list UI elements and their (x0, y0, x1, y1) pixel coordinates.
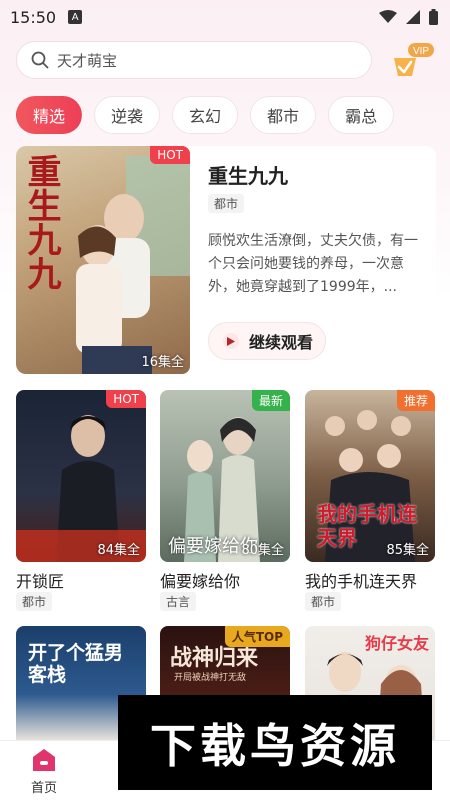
tab-dushi[interactable]: 都市 (250, 96, 317, 134)
status-time: 15:50 (10, 7, 57, 27)
drama-card-tag: 都市 (16, 592, 53, 611)
poster-title: 开了个猛男客栈 (28, 642, 124, 686)
vip-label: VIP (413, 46, 429, 57)
featured-card[interactable]: 重生九九 HOT 16集全 重生九九 都市 顾悦欢生活潦倒，丈夫欠债，有一个只会… (16, 146, 436, 374)
battery-icon (429, 9, 438, 25)
featured-poster[interactable]: 重生九九 HOT 16集全 (16, 146, 190, 374)
hot-badge: HOT (106, 390, 146, 408)
featured-description: 顾悦欢生活潦倒，丈夫欠债，有一个只会问她要钱的养母，一次意外，她竟穿越到了199… (208, 233, 418, 295)
status-bar: 15:50 A (0, 0, 450, 34)
drama-card-title[interactable]: 开锁匠 (16, 568, 64, 592)
featured-title: 重生九九 (208, 164, 288, 188)
popular-top-badge: 人气TOP (224, 626, 290, 647)
hot-badge: HOT (150, 146, 190, 164)
drama-card-title[interactable]: 我的手机连天界 (305, 568, 417, 592)
home-icon (33, 749, 55, 771)
search-row: 天才萌宝 VIP (16, 40, 436, 80)
continue-watching-button[interactable]: 继续观看 (208, 322, 326, 360)
watermark-banner: 下载鸟资源 (118, 695, 432, 790)
featured-poster-title: 重生九九 (21, 154, 61, 290)
continue-watching-label: 继续观看 (249, 333, 314, 352)
drama-card-tag: 都市 (305, 592, 342, 611)
notification-a-icon: A (68, 10, 83, 24)
category-tabs: 精选 逆袭 玄幻 都市 霸总 (16, 96, 395, 134)
drama-card-title[interactable]: 偏要嫁给你 (160, 568, 240, 592)
drama-card-tag: 古言 (160, 592, 197, 611)
tab-jingxuan[interactable]: 精选 (16, 96, 83, 134)
tab-xuanhuan[interactable]: 玄幻 (172, 96, 239, 134)
status-icons (379, 9, 438, 25)
nav-home-label: 首页 (30, 781, 57, 796)
poster-title: 狗仔女友 (364, 634, 429, 653)
poster-subtitle: 开局被战神打无敌 (174, 673, 247, 683)
vip-button[interactable]: VIP (388, 40, 436, 80)
play-icon (223, 333, 239, 349)
vip-icon: VIP (394, 43, 434, 76)
drama-card-poster[interactable]: HOT 84集全 (16, 390, 146, 562)
featured-tag: 都市 (208, 194, 245, 213)
search-query: 天才萌宝 (57, 51, 118, 70)
episode-count: 84集全 (97, 543, 140, 558)
search-icon (31, 51, 49, 69)
tab-bazong[interactable]: 霸总 (328, 96, 395, 134)
recommend-badge: 推荐 (396, 390, 435, 411)
drama-card-poster[interactable]: 我的手机连天界 推荐 85集全 (305, 390, 435, 562)
nav-home[interactable]: 首页 (4, 741, 84, 800)
search-bar[interactable]: 天才萌宝 (16, 41, 372, 79)
tab-nixi[interactable]: 逆袭 (94, 96, 161, 134)
drama-card-poster[interactable]: 偏要嫁给你 最新 80集全 (160, 390, 290, 562)
new-badge: 最新 (251, 390, 290, 411)
wifi-icon (379, 10, 397, 23)
signal-icon (406, 10, 420, 24)
episode-count: 80集全 (241, 543, 284, 558)
episode-count: 16集全 (141, 355, 184, 370)
poster-art (16, 415, 146, 562)
episode-count: 85集全 (386, 543, 429, 558)
